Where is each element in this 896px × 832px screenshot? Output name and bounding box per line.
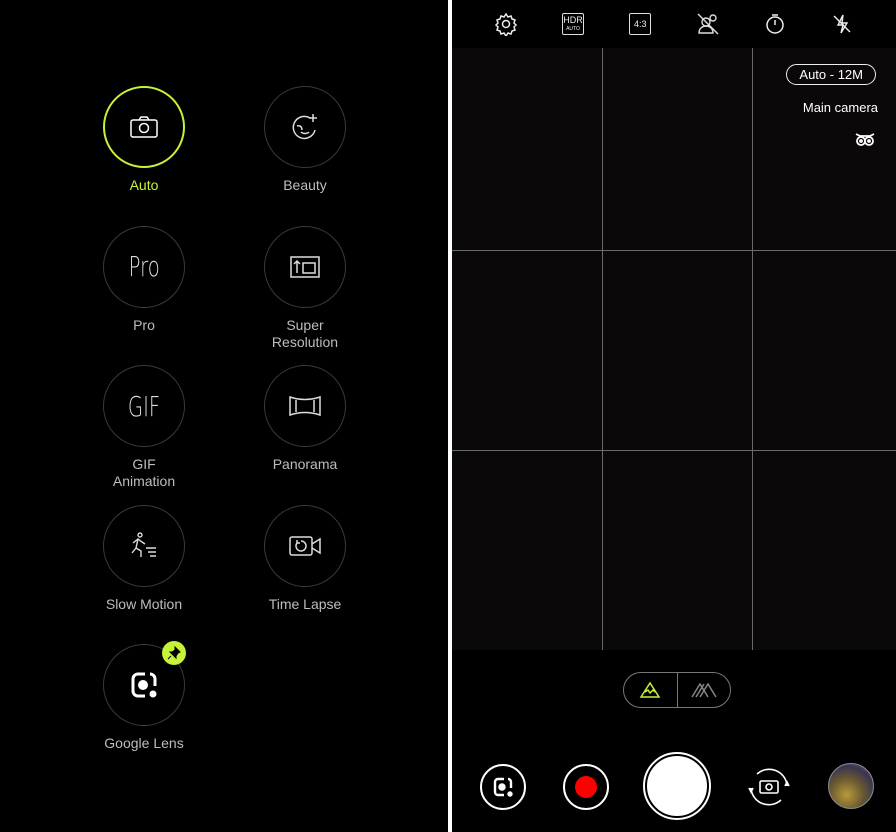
mode-icon-circle[interactable]: GIF: [103, 365, 185, 447]
gear-icon[interactable]: [492, 10, 520, 38]
mode-label: Google Lens: [104, 735, 184, 751]
google-lens-icon: [129, 670, 159, 700]
grid-line: [602, 48, 603, 650]
mode-slow-motion[interactable]: Slow Motion: [84, 504, 204, 613]
mode-icon-circle[interactable]: [264, 86, 346, 168]
mode-pro[interactable]: Pro Pro: [84, 225, 204, 334]
resolution-button[interactable]: Auto - 12M: [786, 64, 876, 85]
record-icon: [575, 776, 597, 798]
wide-mode-icon[interactable]: [678, 673, 731, 707]
hdr-sub-label: AUTO: [566, 26, 580, 32]
mode-label: GIF Animation: [112, 456, 176, 489]
mode-label: Time Lapse: [268, 595, 342, 612]
mode-google-lens[interactable]: Google Lens: [84, 641, 204, 752]
aspect-ratio-label: 4:3: [629, 13, 652, 35]
camera-toolbar: HDR AUTO 4:3: [452, 0, 896, 48]
google-lens-icon: [493, 777, 513, 797]
mode-super-resolution[interactable]: Super Resolution: [245, 225, 365, 351]
pin-icon[interactable]: [162, 641, 186, 665]
flash-off-icon[interactable]: [828, 10, 856, 38]
camera-icon: [129, 115, 159, 139]
mode-icon-circle[interactable]: [264, 365, 346, 447]
time-lapse-icon: [288, 534, 322, 558]
slow-motion-icon: [129, 531, 159, 561]
super-resolution-icon: [289, 255, 321, 279]
mode-icon-circle[interactable]: [264, 504, 346, 587]
gallery-thumbnail[interactable]: [828, 763, 874, 809]
camera-screen: HDR AUTO 4:3 Auto - 12M Main camera: [452, 0, 896, 832]
beauty-icon: [288, 112, 322, 142]
switch-camera-button[interactable]: [746, 764, 792, 810]
aspect-ratio-icon[interactable]: 4:3: [626, 10, 654, 38]
viewfinder[interactable]: Auto - 12M Main camera: [452, 48, 896, 650]
mode-panorama[interactable]: Panorama: [245, 365, 365, 473]
mode-selector-panel: Auto Beauty Pro Pro Super Resolution GIF GIF A…: [0, 0, 448, 832]
google-lens-button[interactable]: [480, 764, 526, 810]
mode-icon-circle[interactable]: [103, 641, 186, 726]
pro-text-icon: Pro: [128, 250, 160, 283]
mode-icon-circle[interactable]: Pro: [103, 225, 185, 308]
portrait-off-icon[interactable]: [694, 10, 722, 38]
landscape-mode-icon[interactable]: [624, 673, 678, 707]
panorama-icon: [288, 395, 322, 417]
grid-line: [752, 48, 753, 650]
switch-camera-icon: [748, 768, 790, 806]
grid-line: [452, 250, 896, 251]
mode-label: Pro: [133, 316, 155, 333]
mode-label: Auto: [129, 177, 159, 193]
shutter-button[interactable]: [643, 752, 711, 820]
record-video-button[interactable]: [563, 764, 609, 810]
scene-toggle: [623, 672, 731, 708]
hdr-auto-icon[interactable]: HDR AUTO: [559, 10, 587, 38]
mode-label: Beauty: [283, 177, 327, 193]
night-owl-icon[interactable]: [854, 132, 876, 153]
grid-line: [452, 450, 896, 451]
mode-icon-circle[interactable]: [103, 86, 185, 168]
mode-auto[interactable]: Auto: [84, 86, 204, 194]
hdr-label: HDR: [563, 15, 583, 25]
mode-label: Slow Motion: [105, 595, 183, 612]
timer-icon[interactable]: [761, 10, 789, 38]
mode-gif-animation[interactable]: GIF GIF Animation: [84, 365, 204, 490]
mode-beauty[interactable]: Beauty: [245, 86, 365, 194]
mode-icon-circle[interactable]: [103, 504, 185, 587]
camera-label: Main camera: [802, 100, 878, 115]
gif-text-icon: GIF: [127, 389, 161, 423]
mode-icon-circle[interactable]: [264, 225, 346, 308]
mode-label: Super Resolution: [271, 316, 339, 350]
mode-label: Panorama: [272, 456, 338, 472]
mode-time-lapse[interactable]: Time Lapse: [245, 504, 365, 613]
